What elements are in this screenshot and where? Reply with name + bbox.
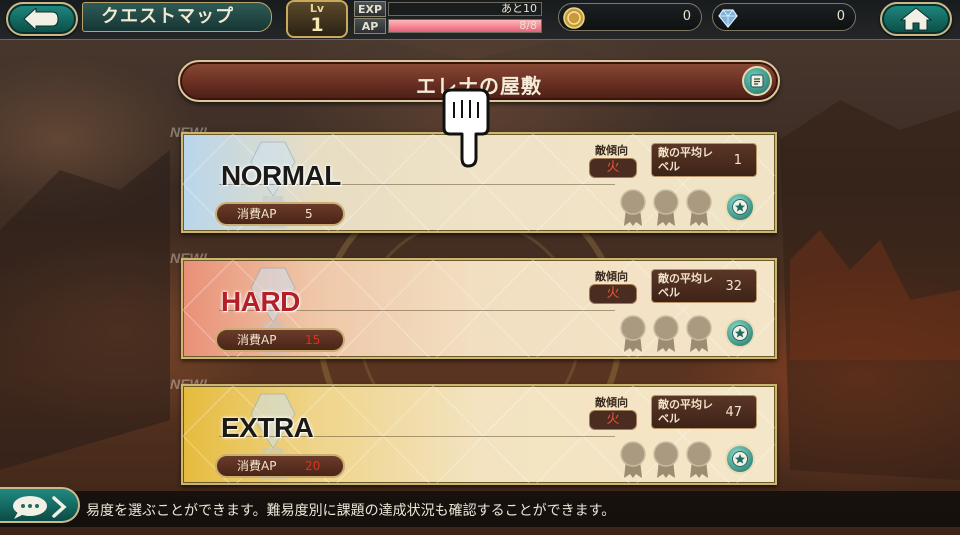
ap-cost-value: 20 [305,459,321,473]
medal-slot-icon [653,315,679,352]
enemy-tendency-label: 敵傾向 [595,270,628,283]
medal-icon [732,451,748,467]
enemy-average-level-value: 47 [725,405,742,420]
medal-slot-icon [653,441,679,478]
medal-info-button[interactable] [725,192,755,222]
exp-label: EXP [354,1,386,17]
back-button[interactable] [6,2,78,36]
quest-info-button[interactable] [742,66,772,96]
coin-value: 0 [682,9,691,24]
enemy-tendency-label: 敵傾向 [595,396,628,409]
ap-cost-value: 15 [305,333,321,347]
home-icon [900,7,932,31]
crystal-counter[interactable]: 0 [712,3,856,31]
exp-bar: EXP あと10 [354,1,542,17]
medal-icon [732,199,748,215]
ap-fill [389,20,541,32]
ap-text: 8/8 [519,19,537,32]
ap-bar: AP 8/8 [354,18,542,34]
ap-cost-label: 消費AP [237,459,277,473]
enemy-average-level-value: 32 [725,279,742,294]
enemy-tendency-label: 敵傾向 [595,144,628,157]
home-button[interactable] [880,2,952,36]
crystal-value: 0 [836,9,845,24]
ap-cost-value: 5 [305,207,313,221]
coin-counter[interactable]: 0 [558,3,702,31]
enemy-average-level-label: 敵の平均レベル [658,272,713,299]
ap-cost: 消費AP 15 [215,328,345,352]
ap-track: 8/8 [388,19,542,33]
ap-cost: 消費AP 20 [215,454,345,478]
medal-slots [620,315,712,352]
exp-text: あと10 [501,2,537,15]
medal-slots [620,441,712,478]
medal-slot-icon [620,441,646,478]
enemy-average-level-label: 敵の平均レベル [658,398,713,425]
medal-info-button[interactable] [725,444,755,474]
scroll-info-icon [750,74,764,88]
screen-title: クエストマップ [82,2,272,32]
chat-button[interactable] [0,487,80,523]
enemy-tendency-value: 火 [589,410,637,430]
speech-bubble-icon [13,496,67,519]
crystal-icon [718,9,738,28]
message-text: 易度を選ぶことができます。難易度別に課題の達成状況も確認することができます。 [86,503,616,519]
medal-slot-icon [686,441,712,478]
medal-info-button[interactable] [725,318,755,348]
difficulty-name: EXTRA [221,412,314,443]
back-arrow-icon [23,8,59,30]
difficulty-name: HARD [221,286,300,317]
medal-slot-icon [686,315,712,352]
coin-icon [563,7,585,29]
enemy-average-level: 敵の平均レベル 47 [651,395,757,429]
difficulty-extra[interactable]: EXTRA 消費AP 20 敵傾向 火 敵の平均レベル 47 [181,384,777,485]
medal-icon [732,325,748,341]
enemy-tendency-value: 火 [589,158,637,178]
hand-pointer-icon [442,88,490,168]
ap-cost-label: 消費AP [237,207,277,221]
enemy-average-level: 敵の平均レベル 1 [651,143,757,177]
difficulty-name: NORMAL [221,160,341,191]
medal-slot-icon [686,189,712,226]
exp-track: あと10 [388,2,542,16]
difficulty-hard[interactable]: HARD 消費AP 15 敵傾向 火 敵の平均レベル 32 [181,258,777,359]
enemy-average-level: 敵の平均レベル 32 [651,269,757,303]
ap-label: AP [354,18,386,34]
medal-slot-icon [620,315,646,352]
enemy-average-level-value: 1 [733,153,742,168]
level-value: 1 [310,14,324,36]
medal-slots [620,189,712,226]
medal-slot-icon [620,189,646,226]
level-badge: Lv 1 [286,0,348,38]
ap-cost: 消費AP 5 [215,202,345,226]
medal-slot-icon [653,189,679,226]
ap-cost-label: 消費AP [237,333,277,347]
enemy-tendency-value: 火 [589,284,637,304]
enemy-average-level-label: 敵の平均レベル [658,146,713,173]
